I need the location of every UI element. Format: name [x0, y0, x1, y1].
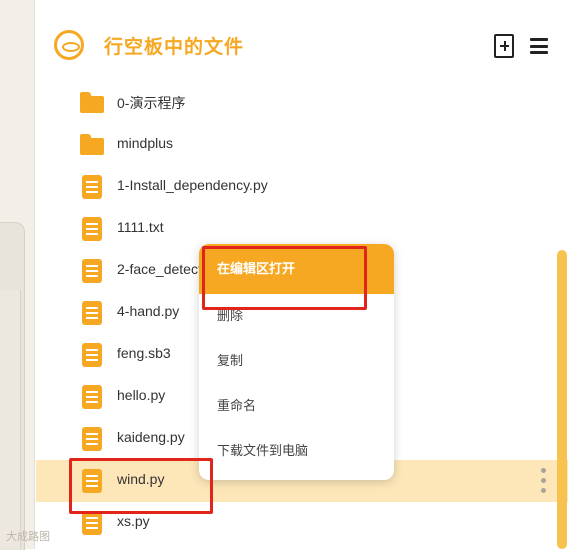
more-options-icon[interactable] — [541, 468, 547, 494]
file-name: feng.sb3 — [117, 345, 171, 361]
file-icon — [80, 385, 104, 409]
list-item[interactable]: 0-演示程序 — [36, 82, 568, 124]
new-file-icon[interactable] — [494, 34, 514, 58]
menu-item-rename[interactable]: 重命名 — [199, 384, 394, 429]
file-name: kaideng.py — [117, 429, 185, 445]
file-icon — [80, 259, 104, 283]
file-name: 1111.txt — [117, 219, 164, 235]
file-icon — [80, 511, 104, 535]
panel-title: 行空板中的文件 — [104, 36, 245, 58]
file-icon — [80, 175, 104, 199]
file-name: xs.py — [117, 513, 150, 529]
file-name: 1-Install_dependency.py — [117, 177, 268, 193]
menu-item-download[interactable]: 下载文件到电脑 — [199, 429, 394, 474]
left-panel-card-inner — [0, 290, 21, 549]
file-panel-header: 行空板中的文件 — [36, 0, 568, 86]
scrollbar-thumb[interactable] — [557, 250, 567, 549]
hamburger-menu-icon[interactable] — [530, 38, 548, 54]
file-icon — [80, 427, 104, 451]
file-name: 0-演示程序 — [117, 95, 186, 111]
list-item[interactable]: mindplus — [36, 124, 568, 166]
folder-icon — [80, 91, 104, 115]
folder-icon — [80, 133, 104, 157]
list-item[interactable]: 1-Install_dependency.py — [36, 166, 568, 208]
file-name: hello.py — [117, 387, 166, 403]
file-icon — [80, 217, 104, 241]
file-icon — [80, 343, 104, 367]
file-name: mindplus — [117, 135, 174, 151]
file-icon — [80, 301, 104, 325]
file-name: 4-hand.py — [117, 303, 180, 319]
menu-item-copy[interactable]: 复制 — [199, 339, 394, 384]
highlight-box-open-in-editor — [202, 246, 367, 310]
file-name: 2-face_detect — [117, 261, 202, 277]
highlight-box-wind-file — [69, 458, 213, 514]
unihiker-logo-icon — [54, 30, 84, 60]
